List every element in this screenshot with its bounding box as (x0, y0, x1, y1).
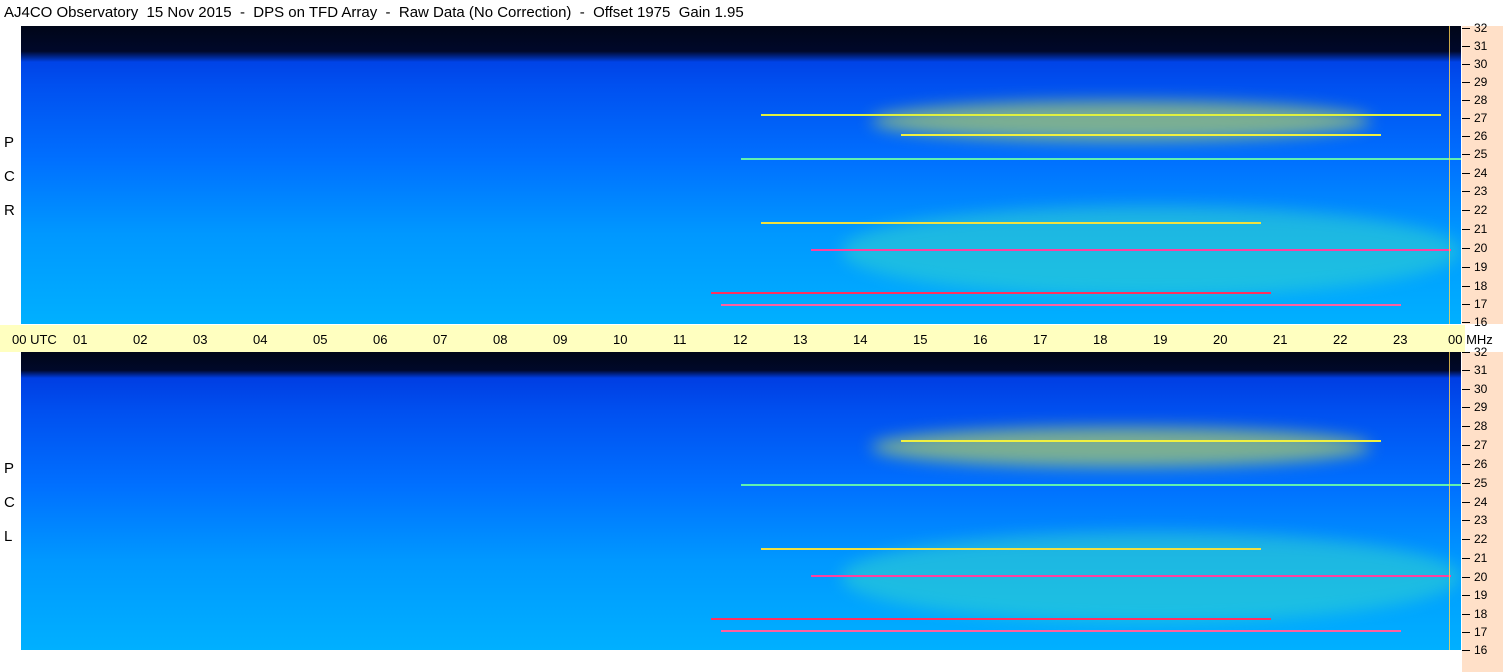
lcp-letter-p: P (4, 460, 15, 477)
rcp-frequency-scale: 32 31 30 29 28 27 26 25 24 23 22 21 20 1… (1462, 21, 1503, 329)
lcp-letter-l: L (4, 528, 13, 545)
rcp-letter-r: R (4, 202, 15, 219)
lcp-label: P C L (0, 352, 20, 650)
time-tick: 18 (1093, 332, 1108, 347)
freq-label: 32 (1474, 345, 1488, 359)
window-title: AJ4CO Observatory 15 Nov 2015 - DPS on T… (4, 4, 744, 21)
freq-label: 24 (1474, 495, 1488, 509)
freq-label: 20 (1474, 570, 1488, 584)
freq-label: 30 (1474, 57, 1488, 71)
time-tick: 01 (73, 332, 88, 347)
time-tick: 16 (973, 332, 988, 347)
freq-label: 21 (1474, 222, 1488, 236)
time-tick: 14 (853, 332, 868, 347)
freq-label: 21 (1474, 551, 1488, 565)
time-tick: 20 (1213, 332, 1228, 347)
freq-label: 27 (1474, 111, 1488, 125)
freq-label: 17 (1474, 625, 1488, 639)
time-tick: 02 (133, 332, 148, 347)
freq-label: 22 (1474, 532, 1488, 546)
rcp-letter-c: C (4, 168, 15, 185)
time-tick: 19 (1153, 332, 1168, 347)
rcp-spectrogram[interactable] (21, 26, 1461, 324)
freq-label: 16 (1474, 643, 1488, 657)
time-axis: 00 UTC 01 02 03 04 05 06 07 08 09 10 11 … (0, 325, 1493, 352)
time-tick: 03 (193, 332, 208, 347)
time-tick: 06 (373, 332, 388, 347)
time-tick: 15 (913, 332, 928, 347)
freq-label: 25 (1474, 147, 1488, 161)
freq-label: 23 (1474, 513, 1488, 527)
freq-label: 26 (1474, 457, 1488, 471)
time-tick: 12 (733, 332, 748, 347)
time-tick: 11 (673, 332, 687, 347)
time-tick: 04 (253, 332, 268, 347)
freq-label: 31 (1474, 363, 1488, 377)
freq-label: 20 (1474, 241, 1488, 255)
freq-label: 29 (1474, 75, 1488, 89)
time-tick: 10 (613, 332, 628, 347)
freq-label: 26 (1474, 129, 1488, 143)
rcp-label: P C R (0, 26, 20, 324)
freq-label: 24 (1474, 166, 1488, 180)
lcp-letter-c: C (4, 494, 15, 511)
freq-label: 16 (1474, 315, 1488, 329)
time-tick: 17 (1033, 332, 1048, 347)
time-tick: 21 (1273, 332, 1288, 347)
freq-label: 17 (1474, 297, 1488, 311)
freq-label: 22 (1474, 203, 1488, 217)
lcp-spectrogram[interactable] (21, 352, 1461, 650)
time-tick: 23 (1393, 332, 1408, 347)
time-tick: 07 (433, 332, 448, 347)
time-tick: 00 UTC (12, 332, 57, 347)
freq-label: 29 (1474, 400, 1488, 414)
time-tick: 13 (793, 332, 808, 347)
time-tick: 22 (1333, 332, 1348, 347)
freq-label: 23 (1474, 184, 1488, 198)
lcp-frequency-scale: 32 31 30 29 28 27 26 25 24 23 22 21 20 1… (1462, 345, 1503, 672)
freq-label: 18 (1474, 607, 1488, 621)
freq-label: 28 (1474, 419, 1488, 433)
freq-label: 25 (1474, 476, 1488, 490)
freq-label: 19 (1474, 588, 1488, 602)
rcp-letter-p: P (4, 134, 15, 151)
time-tick: 08 (493, 332, 508, 347)
freq-label: 27 (1474, 438, 1488, 452)
freq-label: 31 (1474, 39, 1488, 53)
freq-label: 32 (1474, 21, 1488, 35)
time-tick: 05 (313, 332, 328, 347)
freq-label: 19 (1474, 260, 1488, 274)
freq-label: 18 (1474, 279, 1488, 293)
freq-label: 30 (1474, 382, 1488, 396)
time-tick: 09 (553, 332, 568, 347)
freq-label: 28 (1474, 93, 1488, 107)
